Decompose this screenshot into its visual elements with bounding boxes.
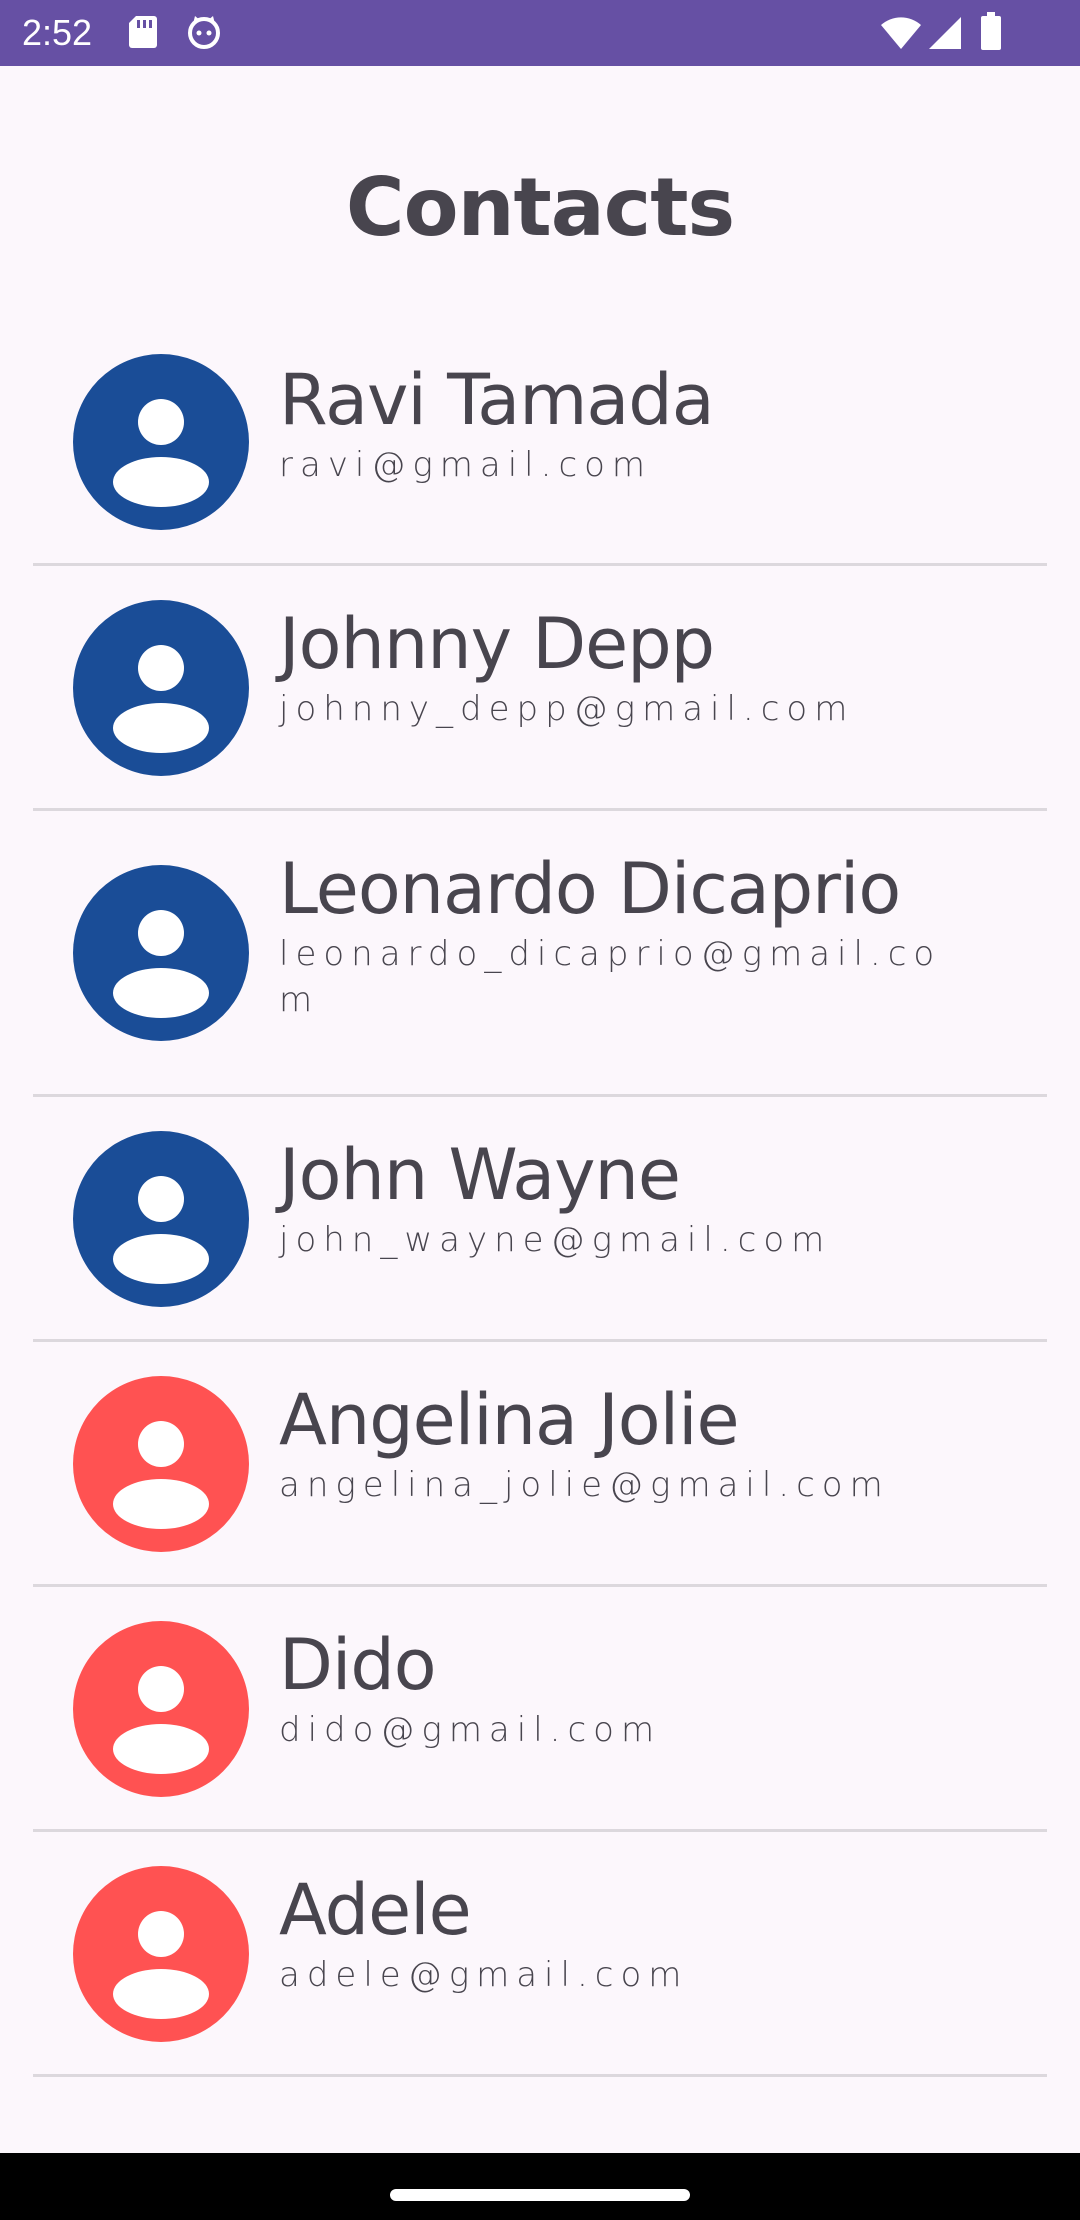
contact-row[interactable]: Johnny Depp johnny_depp@gmail.com xyxy=(33,566,1047,811)
navigation-bar xyxy=(0,2153,1080,2220)
contact-name: Angelina Jolie xyxy=(279,1379,740,1461)
contact-row[interactable]: Dido dido@gmail.com xyxy=(33,1587,1047,1832)
contact-row[interactable]: Ravi Tamada ravi@gmail.com xyxy=(33,320,1047,566)
sd-card-icon xyxy=(128,14,158,54)
avatar-person-icon xyxy=(73,354,249,530)
contact-email: angelina_jolie@gmail.com xyxy=(279,1465,890,1505)
contact-name: Ravi Tamada xyxy=(279,359,715,441)
contact-name: Leonardo Dicaprio xyxy=(279,848,901,930)
contact-row[interactable]: Angelina Jolie angelina_jolie@gmail.com xyxy=(33,1342,1047,1587)
avatar-person-icon xyxy=(73,1131,249,1307)
home-gesture-handle[interactable] xyxy=(390,2189,690,2201)
avatar-person-icon xyxy=(73,1376,249,1552)
avatar-person-icon xyxy=(73,600,249,776)
page-title: Contacts xyxy=(345,161,735,254)
contact-list: Ravi Tamada ravi@gmail.com Johnny Depp j… xyxy=(33,320,1047,2077)
notification-cat-icon xyxy=(186,14,222,54)
status-bar: 2:52 xyxy=(0,0,1080,66)
contact-email: leonardo_dicaprio@gmail.com xyxy=(279,934,942,1020)
wifi-icon xyxy=(880,16,922,54)
battery-icon xyxy=(980,12,1002,54)
avatar-person-icon xyxy=(73,865,249,1041)
contact-name: Johnny Depp xyxy=(279,603,715,685)
status-time: 2:52 xyxy=(22,12,93,53)
contact-row[interactable]: Leonardo Dicaprio leonardo_dicaprio@gmai… xyxy=(33,811,1047,1097)
contact-email: adele@gmail.com xyxy=(279,1955,689,1995)
contact-email: ravi@gmail.com xyxy=(279,445,653,485)
contact-name: John Wayne xyxy=(279,1134,681,1216)
contact-row[interactable]: John Wayne john_wayne@gmail.com xyxy=(33,1097,1047,1342)
avatar-person-icon xyxy=(73,1866,249,2042)
signal-icon xyxy=(928,16,962,54)
avatar-person-icon xyxy=(73,1621,249,1797)
contact-name: Dido xyxy=(279,1624,437,1706)
contact-email: johnny_depp@gmail.com xyxy=(279,689,855,729)
contact-email: dido@gmail.com xyxy=(279,1710,662,1750)
contact-email: john_wayne@gmail.com xyxy=(279,1220,832,1260)
contact-row[interactable]: Adele adele@gmail.com xyxy=(33,1832,1047,2077)
contact-name: Adele xyxy=(279,1869,472,1951)
